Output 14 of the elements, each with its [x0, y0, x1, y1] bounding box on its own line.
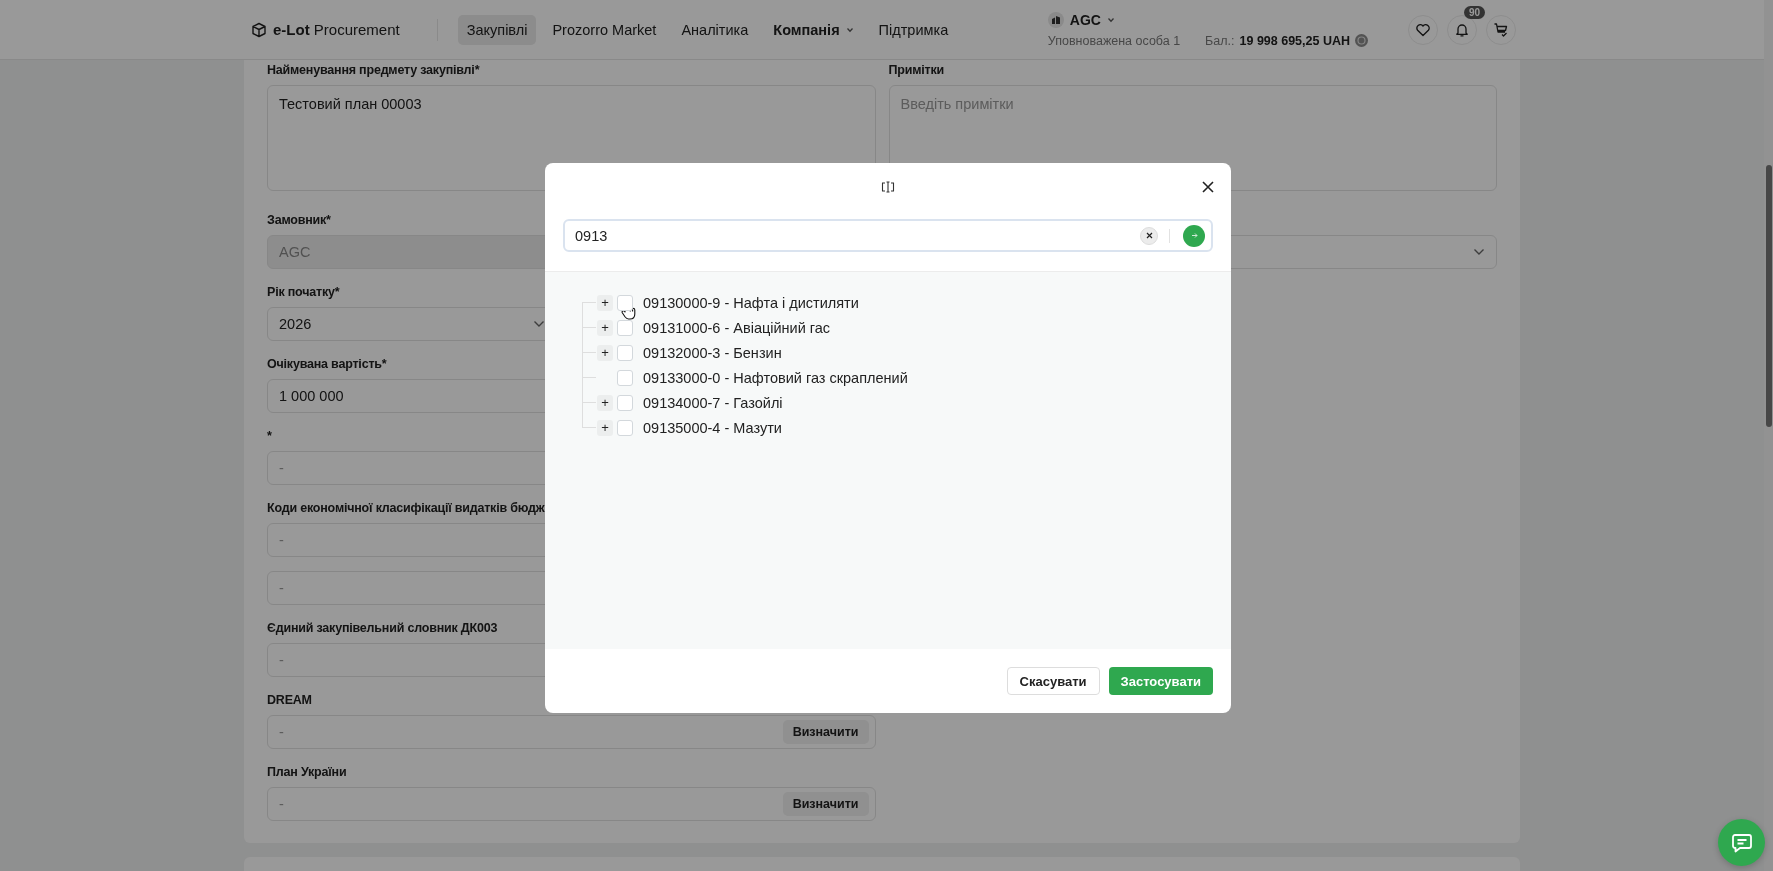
balance-value: 19 998 695,25 UAH: [1239, 33, 1350, 48]
field-label: Найменування предмету закупівлі*: [267, 62, 480, 79]
field-label: DREAM: [267, 692, 312, 709]
field-label: Коди економічної класифікації видатків бюдж: [267, 500, 545, 517]
notification-badge: 90: [1463, 5, 1485, 19]
field-label: План України: [267, 764, 347, 781]
field-label: Замовник*: [267, 212, 331, 229]
balance-label: Бал.:: [1205, 33, 1235, 48]
field-label: Примітки: [888, 62, 944, 79]
field-label: Єдиний закупівельний словник ДК003: [267, 620, 498, 637]
field-label: *: [267, 428, 272, 445]
field-label: Очікувана вартість*: [267, 356, 387, 373]
field-label: Рік початку*: [267, 284, 340, 301]
user-name: Уповноважена особа 1: [1047, 33, 1181, 48]
